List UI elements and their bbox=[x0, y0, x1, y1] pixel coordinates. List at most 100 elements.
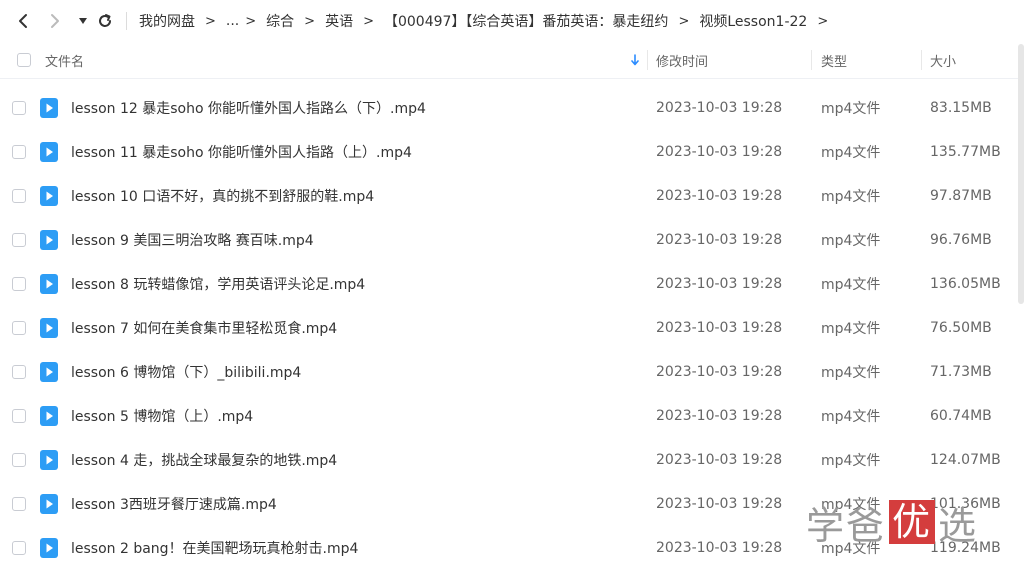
select-all-checkbox[interactable] bbox=[17, 53, 31, 67]
file-modified: 2023-10-03 19:28 bbox=[656, 144, 783, 160]
breadcrumb-item-general[interactable]: 综合 bbox=[266, 11, 294, 31]
file-modified: 2023-10-03 19:28 bbox=[656, 540, 783, 556]
file-name[interactable]: lesson 3西班牙餐厅速成篇.mp4 bbox=[71, 482, 277, 526]
column-divider[interactable] bbox=[921, 50, 922, 70]
video-file-icon bbox=[40, 186, 58, 206]
file-size: 71.73MB bbox=[930, 364, 992, 380]
column-header-size[interactable]: 大小 bbox=[930, 42, 956, 78]
row-checkbox-wrap[interactable] bbox=[12, 306, 26, 350]
file-name[interactable]: lesson 4 走，挑战全球最复杂的地铁.mp4 bbox=[71, 438, 337, 482]
file-size: 76.50MB bbox=[930, 320, 992, 336]
video-file-icon bbox=[40, 362, 58, 382]
file-name[interactable]: lesson 6 博物馆（下）_bilibili.mp4 bbox=[71, 350, 301, 394]
breadcrumb-item-current-folder[interactable]: 视频Lesson1-22 bbox=[699, 11, 807, 31]
watermark-logo: 学爸 优 选 bbox=[806, 496, 978, 548]
file-name[interactable]: lesson 5 博物馆（上）.mp4 bbox=[71, 394, 253, 438]
video-file-icon bbox=[40, 406, 58, 426]
sort-arrow-down-icon[interactable] bbox=[630, 42, 640, 78]
file-type: mp4文件 bbox=[821, 453, 881, 469]
row-checkbox-wrap[interactable] bbox=[12, 394, 26, 438]
breadcrumb-separator: > bbox=[245, 13, 257, 29]
file-list-header: 文件名 修改时间 类型 大小 bbox=[0, 42, 1024, 79]
row-checkbox-wrap[interactable] bbox=[12, 174, 26, 218]
column-header-modified[interactable]: 修改时间 bbox=[656, 42, 708, 78]
breadcrumb-item-course[interactable]: 【000497】【综合英语】番茄英语：暴走纽约 bbox=[384, 11, 668, 31]
row-checkbox-wrap[interactable] bbox=[12, 130, 26, 174]
row-checkbox[interactable] bbox=[12, 189, 26, 203]
file-row[interactable]: lesson 4 走，挑战全球最复杂的地铁.mp4 2023-10-03 19:… bbox=[0, 438, 1024, 482]
refresh-button[interactable] bbox=[94, 10, 116, 32]
file-modified: 2023-10-03 19:28 bbox=[656, 276, 783, 292]
row-checkbox[interactable] bbox=[12, 365, 26, 379]
file-row[interactable]: lesson 6 博物馆（下）_bilibili.mp4 2023-10-03 … bbox=[0, 350, 1024, 394]
file-row[interactable]: lesson 5 博物馆（上）.mp4 2023-10-03 19:28 mp4… bbox=[0, 394, 1024, 438]
file-type: mp4文件 bbox=[821, 277, 881, 293]
video-file-icon bbox=[40, 318, 58, 338]
video-file-icon bbox=[40, 494, 58, 514]
row-checkbox[interactable] bbox=[12, 409, 26, 423]
file-row[interactable]: lesson 11 暴走soho 你能听懂外国人指路（上）.mp4 2023-1… bbox=[0, 130, 1024, 174]
file-name[interactable]: lesson 7 如何在美食集市里轻松觅食.mp4 bbox=[71, 306, 337, 350]
file-row[interactable]: lesson 9 美国三明治攻略 赛百味.mp4 2023-10-03 19:2… bbox=[0, 218, 1024, 262]
row-checkbox-wrap[interactable] bbox=[12, 482, 26, 526]
breadcrumb-item-ellipsis[interactable]: ... bbox=[226, 13, 239, 29]
row-checkbox-wrap[interactable] bbox=[12, 218, 26, 262]
file-modified: 2023-10-03 19:28 bbox=[656, 232, 783, 248]
watermark-badge: 优 bbox=[889, 500, 936, 544]
file-type: mp4文件 bbox=[821, 101, 881, 117]
file-modified: 2023-10-03 19:28 bbox=[656, 320, 783, 336]
file-name[interactable]: lesson 12 暴走soho 你能听懂外国人指路么（下）.mp4 bbox=[71, 86, 426, 130]
file-name[interactable]: lesson 9 美国三明治攻略 赛百味.mp4 bbox=[71, 218, 314, 262]
file-size: 83.15MB bbox=[930, 100, 992, 116]
row-checkbox-wrap[interactable] bbox=[12, 262, 26, 306]
row-checkbox[interactable] bbox=[12, 321, 26, 335]
file-row[interactable]: lesson 10 口语不好，真的挑不到舒服的鞋.mp4 2023-10-03 … bbox=[0, 174, 1024, 218]
file-name[interactable]: lesson 11 暴走soho 你能听懂外国人指路（上）.mp4 bbox=[71, 130, 412, 174]
vertical-scrollbar[interactable] bbox=[1018, 44, 1024, 304]
row-checkbox-wrap[interactable] bbox=[12, 526, 26, 570]
history-dropdown-button[interactable] bbox=[72, 10, 94, 32]
toolbar-divider bbox=[126, 12, 127, 30]
column-header-type[interactable]: 类型 bbox=[821, 42, 847, 78]
breadcrumb-separator: > bbox=[678, 13, 690, 29]
back-button[interactable] bbox=[12, 10, 34, 32]
breadcrumb-item-my-drive[interactable]: 我的网盘 bbox=[139, 11, 195, 31]
row-checkbox[interactable] bbox=[12, 101, 26, 115]
file-name[interactable]: lesson 2 bang！在美国靶场玩真枪射击.mp4 bbox=[71, 526, 358, 570]
row-checkbox[interactable] bbox=[12, 453, 26, 467]
row-checkbox[interactable] bbox=[12, 233, 26, 247]
file-modified: 2023-10-03 19:28 bbox=[656, 188, 783, 204]
breadcrumb-item-english[interactable]: 英语 bbox=[325, 11, 353, 31]
file-row[interactable]: lesson 8 玩转蜡像馆，学用英语评头论足.mp4 2023-10-03 1… bbox=[0, 262, 1024, 306]
select-all-checkbox-wrap[interactable] bbox=[17, 42, 31, 78]
file-name[interactable]: lesson 10 口语不好，真的挑不到舒服的鞋.mp4 bbox=[71, 174, 374, 218]
file-type: mp4文件 bbox=[821, 321, 881, 337]
file-size: 136.05MB bbox=[930, 276, 1001, 292]
watermark-text: 选 bbox=[938, 503, 979, 548]
row-checkbox[interactable] bbox=[12, 541, 26, 555]
file-name[interactable]: lesson 8 玩转蜡像馆，学用英语评头论足.mp4 bbox=[71, 262, 365, 306]
video-file-icon bbox=[40, 538, 58, 558]
column-divider[interactable] bbox=[647, 50, 648, 70]
file-row[interactable]: lesson 12 暴走soho 你能听懂外国人指路么（下）.mp4 2023-… bbox=[0, 86, 1024, 130]
row-checkbox[interactable] bbox=[12, 277, 26, 291]
row-checkbox-wrap[interactable] bbox=[12, 350, 26, 394]
row-checkbox-wrap[interactable] bbox=[12, 438, 26, 482]
breadcrumb-separator: > bbox=[363, 13, 374, 29]
chevron-left-icon bbox=[19, 14, 27, 28]
file-row[interactable]: lesson 7 如何在美食集市里轻松觅食.mp4 2023-10-03 19:… bbox=[0, 306, 1024, 350]
row-checkbox[interactable] bbox=[12, 497, 26, 511]
row-checkbox[interactable] bbox=[12, 145, 26, 159]
caret-down-icon bbox=[79, 18, 87, 24]
column-divider[interactable] bbox=[811, 50, 812, 70]
forward-button[interactable] bbox=[44, 10, 66, 32]
file-size: 96.76MB bbox=[930, 232, 992, 248]
refresh-icon bbox=[99, 14, 111, 27]
file-type: mp4文件 bbox=[821, 409, 881, 425]
breadcrumb-separator: > bbox=[205, 13, 216, 29]
column-header-name[interactable]: 文件名 bbox=[45, 42, 84, 78]
row-checkbox-wrap[interactable] bbox=[12, 86, 26, 130]
file-modified: 2023-10-03 19:28 bbox=[656, 408, 783, 424]
file-size: 135.77MB bbox=[930, 144, 1001, 160]
video-file-icon bbox=[40, 274, 58, 294]
